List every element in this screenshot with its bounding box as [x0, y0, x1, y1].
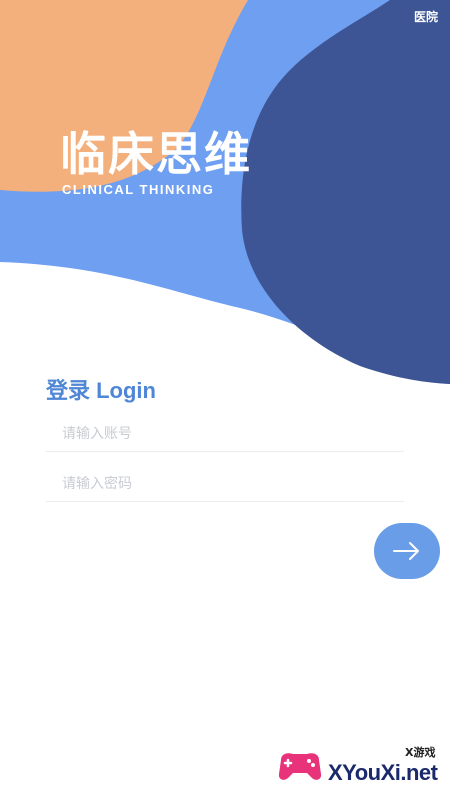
app-title: 临床思维 [60, 127, 252, 181]
watermark-logo-icon [278, 753, 322, 780]
login-submit-button[interactable] [374, 523, 440, 579]
watermark-subtext: X游戏 [405, 746, 436, 759]
arrow-right-icon [393, 542, 419, 560]
watermark-text: XYouXi.net [328, 760, 438, 785]
login-heading: 登录 Login [46, 378, 156, 403]
password-input[interactable] [46, 466, 404, 502]
app-subtitle: CLINICAL THINKING [62, 182, 215, 197]
account-input[interactable] [46, 416, 404, 452]
hospital-link[interactable]: 医院 [414, 8, 438, 25]
